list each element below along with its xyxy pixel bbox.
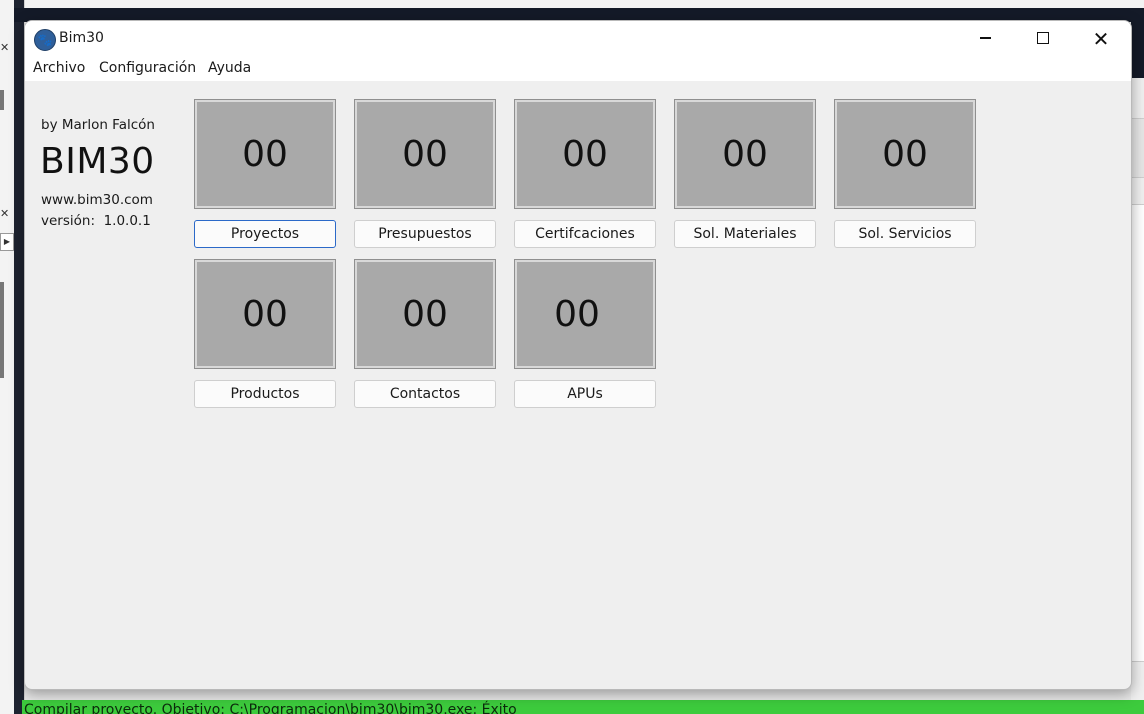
window-title: Bim30 [59,30,104,46]
tile-count: 00 [242,134,288,175]
menu-archivo[interactable]: Archivo [33,60,85,76]
ide-left-dark-strip [14,0,24,714]
tile-sol-materiales[interactable]: 00 [674,99,816,209]
maximize-icon [1037,32,1049,44]
ide-right-editor [1131,204,1144,662]
tile-productos[interactable]: 00 [194,259,336,369]
tile-count: 00 [554,294,600,335]
brand-name: BIM30 [40,141,155,182]
tile-count: 00 [722,134,768,175]
tile-count: 00 [402,134,448,175]
website-text: www.bim30.com [41,192,153,208]
tile-contactos[interactable]: 00 [354,259,496,369]
ide-right-dark-strip [1131,22,1144,78]
close-button[interactable]: ✕ [1072,21,1130,57]
contactos-button[interactable]: Contactos [354,380,496,408]
app-window: 🐾 Bim30 ✕ Archivo Configuración Ayuda by… [24,20,1132,690]
minimize-icon [979,37,991,39]
menu-ayuda[interactable]: Ayuda [208,60,251,76]
app-paw-icon: 🐾 [34,29,56,51]
tile-sol-servicios[interactable]: 00 [834,99,976,209]
apus-button[interactable]: APUs [514,380,656,408]
tile-count: 00 [242,294,288,335]
ide-close-icon[interactable]: ✕ [0,42,10,54]
version-text: versión: 1.0.0.1 [41,213,151,229]
ide-close-icon[interactable]: ✕ [0,208,10,220]
tile-count: 00 [402,294,448,335]
maximize-button[interactable] [1014,21,1072,57]
ide-right-subpanel [1131,118,1144,178]
tile-presupuestos[interactable]: 00 [354,99,496,209]
minimize-button[interactable] [956,21,1014,57]
tile-apus[interactable]: 00 [514,259,656,369]
ide-expand-arrow-icon[interactable]: ▶ [0,233,14,251]
tile-count: 00 [882,134,928,175]
menu-bar: Archivo Configuración Ayuda [25,57,1131,81]
close-icon: ✕ [1092,27,1110,51]
tile-certificaciones[interactable]: 00 [514,99,656,209]
ide-top-strip [0,0,1144,8]
menu-configuracion[interactable]: Configuración [99,60,196,76]
productos-button[interactable]: Productos [194,380,336,408]
title-bar[interactable]: 🐾 Bim30 ✕ [25,21,1131,57]
tile-proyectos[interactable]: 00 [194,99,336,209]
tile-count: 00 [562,134,608,175]
presupuestos-button[interactable]: Presupuestos [354,220,496,248]
proyectos-button[interactable]: Proyectos [194,220,336,248]
ide-status-bar: Compilar proyecto. Objetivo: C:\Programa… [22,700,1144,714]
sol-materiales-button[interactable]: Sol. Materiales [674,220,816,248]
author-line: by Marlon Falcón [41,117,155,133]
ide-splitter [0,90,4,110]
sol-servicios-button[interactable]: Sol. Servicios [834,220,976,248]
ide-scrollbar[interactable] [0,282,4,378]
certificaciones-button[interactable]: Certifcaciones [514,220,656,248]
